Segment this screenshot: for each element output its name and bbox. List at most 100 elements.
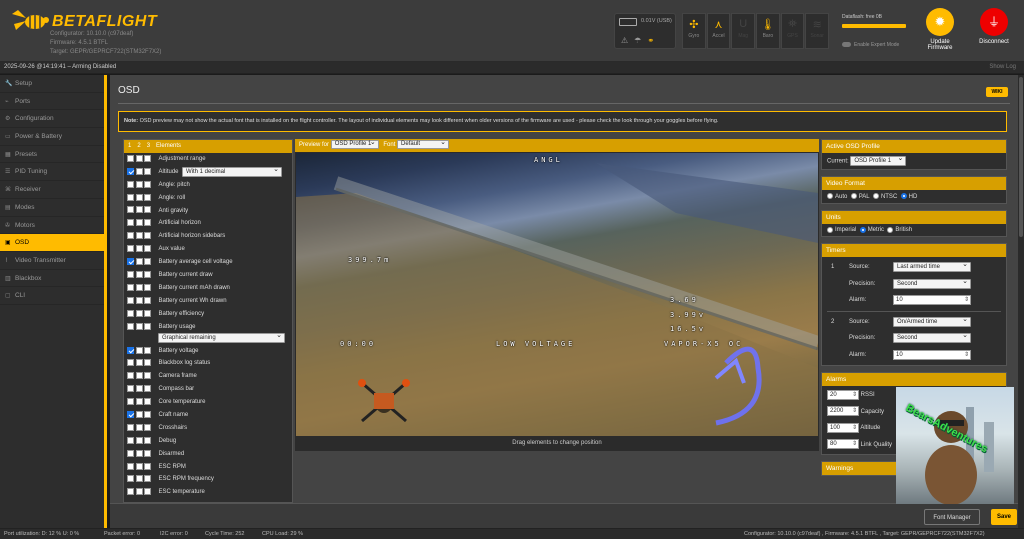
video-pal-radio[interactable]: PAL xyxy=(850,193,870,200)
osd-battery-voltage[interactable]: 16.5v xyxy=(670,325,706,333)
sidebar-item-pid-tuning[interactable]: ☰ PID Tuning xyxy=(0,163,104,182)
element-profile3-checkbox[interactable] xyxy=(144,283,151,291)
element-profile2-checkbox[interactable] xyxy=(135,309,143,317)
element-profile3-checkbox[interactable] xyxy=(144,154,151,162)
element-profile3-checkbox[interactable] xyxy=(144,193,151,201)
sidebar-item-blackbox[interactable]: ▥ Blackbox xyxy=(0,270,104,288)
timer2-precision-select[interactable]: Second xyxy=(893,332,971,344)
element-profile2-checkbox[interactable] xyxy=(135,154,143,162)
rssi-alarm-input[interactable]: 20 xyxy=(827,389,859,400)
element-profile2-checkbox[interactable] xyxy=(135,398,143,406)
profile-tab-2[interactable]: 2 xyxy=(137,143,140,149)
sidebar-item-motors[interactable]: ✇ Motors xyxy=(0,217,104,235)
element-profile1-checkbox[interactable] xyxy=(127,206,134,214)
element-profile1-checkbox[interactable] xyxy=(127,180,134,188)
element-profile1-checkbox[interactable] xyxy=(127,359,134,367)
element-profile3-checkbox[interactable] xyxy=(144,346,151,354)
video-auto-radio[interactable]: Auto xyxy=(827,193,847,200)
element-profile3-checkbox[interactable] xyxy=(144,167,151,175)
show-log-link[interactable]: Show Log xyxy=(989,64,1016,70)
element-profile3-checkbox[interactable] xyxy=(144,410,151,418)
element-profile1-checkbox[interactable] xyxy=(127,488,134,496)
units-british-radio[interactable]: British xyxy=(887,226,912,233)
update-firmware-button[interactable]: ✹ Update Firmware xyxy=(922,8,958,51)
element-profile3-checkbox[interactable] xyxy=(144,296,151,304)
font-select[interactable]: Default xyxy=(397,139,450,149)
osd-warning[interactable]: LOW VOLTAGE xyxy=(496,340,575,348)
link-quality-alarm-input[interactable]: 80 xyxy=(827,439,859,450)
sidebar-item-ports[interactable]: ⌁ Ports xyxy=(0,93,104,111)
element-profile1-checkbox[interactable] xyxy=(127,258,134,266)
sidebar-item-configuration[interactable]: ⚙ Configuration xyxy=(0,110,104,129)
sidebar-item-osd[interactable]: ▣ OSD xyxy=(0,234,104,252)
element-profile2-checkbox[interactable] xyxy=(135,462,143,470)
element-profile1-checkbox[interactable] xyxy=(127,436,134,444)
element-profile1-checkbox[interactable] xyxy=(127,475,134,483)
osd-angle-readout[interactable]: ANGL xyxy=(534,156,563,164)
font-manager-button[interactable]: Font Manager xyxy=(924,509,980,525)
osd-craft-name[interactable]: VAPOR-X5 OC xyxy=(664,340,743,348)
video-hd-radio[interactable]: HD xyxy=(900,193,917,200)
sidebar-item-receiver[interactable]: ⌘ Receiver xyxy=(0,181,104,199)
timer2-alarm-input[interactable]: 10 xyxy=(893,349,971,360)
units-metric-radio[interactable]: Metric xyxy=(859,226,884,233)
element-profile2-checkbox[interactable] xyxy=(135,296,143,304)
element-profile3-checkbox[interactable] xyxy=(144,258,151,266)
preview-profile-select[interactable]: OSD Profile 1 xyxy=(330,139,379,149)
toggle-switch[interactable] xyxy=(842,42,851,48)
element-profile1-checkbox[interactable] xyxy=(127,385,134,393)
element-profile2-checkbox[interactable] xyxy=(135,449,143,457)
sidebar-item-power-battery[interactable]: ▭ Power & Battery xyxy=(0,128,104,146)
element-profile2-checkbox[interactable] xyxy=(135,423,143,431)
timer1-alarm-input[interactable]: 10 xyxy=(893,295,971,306)
element-profile2-checkbox[interactable] xyxy=(135,346,143,354)
element-profile1-checkbox[interactable] xyxy=(127,219,134,227)
timer1-source-select[interactable]: Last armed time xyxy=(893,261,971,273)
element-profile2-checkbox[interactable] xyxy=(135,372,143,380)
element-profile2-checkbox[interactable] xyxy=(135,219,143,227)
element-profile2-checkbox[interactable] xyxy=(135,232,143,240)
capacity-alarm-input[interactable]: 2200 xyxy=(827,406,859,417)
element-profile3-checkbox[interactable] xyxy=(144,359,151,367)
element-profile3-checkbox[interactable] xyxy=(144,436,151,444)
wiki-button[interactable]: WIKI xyxy=(986,87,1008,97)
element-profile3-checkbox[interactable] xyxy=(144,488,151,496)
element-profile1-checkbox[interactable] xyxy=(127,346,134,354)
element-profile3-checkbox[interactable] xyxy=(144,385,151,393)
element-profile2-checkbox[interactable] xyxy=(135,475,143,483)
timer1-precision-select[interactable]: Second xyxy=(893,278,971,289)
element-profile3-checkbox[interactable] xyxy=(144,180,151,188)
scrollbar[interactable] xyxy=(1018,75,1024,528)
sidebar-item-video-transmitter[interactable]: ⌇ Video Transmitter xyxy=(0,252,104,270)
element-profile2-checkbox[interactable] xyxy=(135,359,143,367)
timer2-source-select[interactable]: On/Armed time xyxy=(893,316,971,327)
element-profile1-checkbox[interactable] xyxy=(127,372,134,380)
element-profile3-checkbox[interactable] xyxy=(144,372,151,380)
element-profile1-checkbox[interactable] xyxy=(127,410,134,418)
element-profile1-checkbox[interactable] xyxy=(127,423,134,431)
element-profile2-checkbox[interactable] xyxy=(135,436,143,444)
element-profile3-checkbox[interactable] xyxy=(144,245,151,253)
element-profile3-checkbox[interactable] xyxy=(144,309,151,317)
element-profile3-checkbox[interactable] xyxy=(144,206,151,214)
element-profile1-checkbox[interactable] xyxy=(127,449,134,457)
video-ntsc-radio[interactable]: NTSC xyxy=(872,193,897,200)
disconnect-button[interactable]: ⏚ Disconnect xyxy=(973,8,1015,45)
sidebar-item-presets[interactable]: ▦ Presets xyxy=(0,146,104,164)
sidebar-item-setup[interactable]: 🔧 Setup xyxy=(0,75,104,93)
units-imperial-radio[interactable]: Imperial xyxy=(827,226,856,233)
element-profile1-checkbox[interactable] xyxy=(127,322,134,330)
element-variant-select[interactable]: With 1 decimal xyxy=(182,166,282,178)
element-profile2-checkbox[interactable] xyxy=(135,385,143,393)
active-profile-select[interactable]: OSD Profile 1 xyxy=(850,155,907,166)
profile-tab-1[interactable]: 1 xyxy=(128,143,131,149)
element-profile3-checkbox[interactable] xyxy=(144,398,151,406)
element-profile2-checkbox[interactable] xyxy=(135,410,143,418)
element-profile1-checkbox[interactable] xyxy=(127,398,134,406)
element-profile3-checkbox[interactable] xyxy=(144,270,151,278)
element-profile3-checkbox[interactable] xyxy=(144,423,151,431)
element-profile1-checkbox[interactable] xyxy=(127,232,134,240)
element-profile2-checkbox[interactable] xyxy=(135,283,143,291)
osd-cell-voltage-top[interactable]: 3.69 xyxy=(670,296,699,304)
element-profile2-checkbox[interactable] xyxy=(135,488,143,496)
